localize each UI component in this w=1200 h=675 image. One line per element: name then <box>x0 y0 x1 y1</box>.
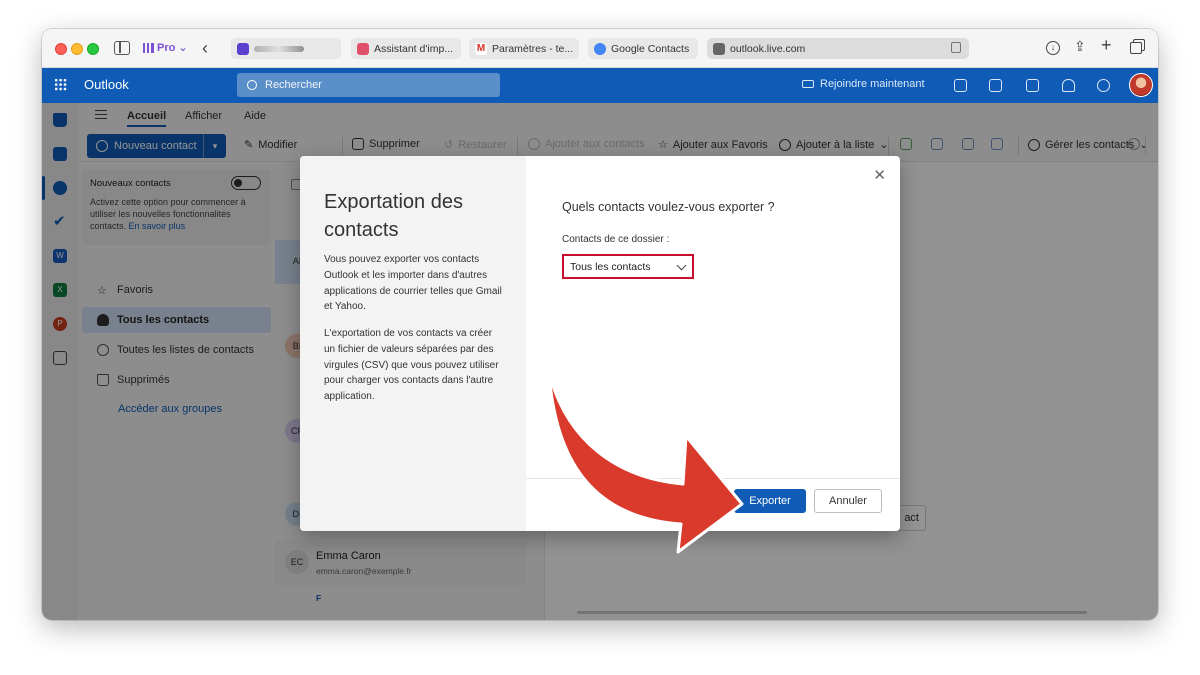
tab-2[interactable]: Assistant d'imp... <box>351 38 461 59</box>
new-tab-icon[interactable]: + <box>1101 35 1112 56</box>
dialog-csv-description: L'exportation de vos contacts va créer u… <box>324 328 499 403</box>
folder-label: Contacts de ce dossier : <box>562 234 670 245</box>
dialog-title: Exportation des contacts <box>324 191 463 241</box>
tab-overview-icon[interactable] <box>1130 42 1142 54</box>
redacted-tab-label <box>254 45 304 52</box>
outlook-header: Outlook Rechercher Rejoindre maintenant <box>42 68 1158 103</box>
minimize-window-button[interactable] <box>71 43 83 55</box>
export-question: Quels contacts voulez-vous exporter ? <box>562 200 775 214</box>
site-favicon <box>713 42 725 55</box>
browser-window: Pro ⌄ ‹ Assistant d'imp... M Paramètres -… <box>42 29 1158 620</box>
search-box[interactable]: Rechercher <box>237 73 500 97</box>
join-now-button[interactable]: Rejoindre maintenant <box>802 78 925 90</box>
export-button[interactable]: Exporter <box>734 489 806 513</box>
avatar[interactable] <box>1129 73 1153 97</box>
browser-toolbar: Pro ⌄ ‹ Assistant d'imp... M Paramètres -… <box>42 29 1158 68</box>
video-icon <box>802 80 814 88</box>
teams-icon[interactable] <box>954 79 967 92</box>
reader-icon[interactable] <box>951 42 961 53</box>
share-icon[interactable]: ⇪ <box>1074 38 1086 55</box>
address-bar[interactable]: outlook.live.com <box>707 38 969 59</box>
sidebar-toggle-icon[interactable] <box>114 41 130 55</box>
gmail-icon: M <box>475 42 487 55</box>
back-button[interactable]: ‹ <box>202 38 208 59</box>
downloads-icon[interactable]: ↓ <box>1046 41 1060 55</box>
close-icon[interactable]: ✕ <box>873 166 886 184</box>
tab-favicon <box>237 42 249 55</box>
compose-note-icon[interactable] <box>1026 79 1039 92</box>
gear-icon[interactable] <box>1097 79 1110 92</box>
app-launcher-icon[interactable] <box>54 78 67 91</box>
search-icon <box>247 80 257 90</box>
profile-switcher[interactable]: Pro ⌄ <box>143 41 188 54</box>
app-title: Outlook <box>84 77 129 92</box>
dialog-footer-divider <box>526 478 900 479</box>
export-contacts-dialog: Exportation des contacts Vous pouvez exp… <box>300 156 900 531</box>
tab-favicon <box>357 42 369 55</box>
tab-1[interactable] <box>231 38 341 59</box>
tab-4[interactable]: Google Contacts <box>588 38 698 59</box>
bell-icon[interactable] <box>1062 79 1075 92</box>
zoom-window-button[interactable] <box>87 43 99 55</box>
contacts-folder-select[interactable]: Tous les contacts <box>562 254 694 279</box>
tab-3[interactable]: M Paramètres - te... <box>469 38 579 59</box>
dialog-description: Vous pouvez exporter vos contacts Outloo… <box>324 254 502 313</box>
close-window-button[interactable] <box>55 43 67 55</box>
contacts-icon <box>594 42 606 55</box>
chevron-down-icon <box>676 260 687 271</box>
cancel-button[interactable]: Annuler <box>814 489 882 513</box>
calendar-grid-icon[interactable] <box>989 79 1002 92</box>
profile-icon <box>143 42 154 53</box>
dialog-info-panel: Exportation des contacts Vous pouvez exp… <box>300 156 526 531</box>
